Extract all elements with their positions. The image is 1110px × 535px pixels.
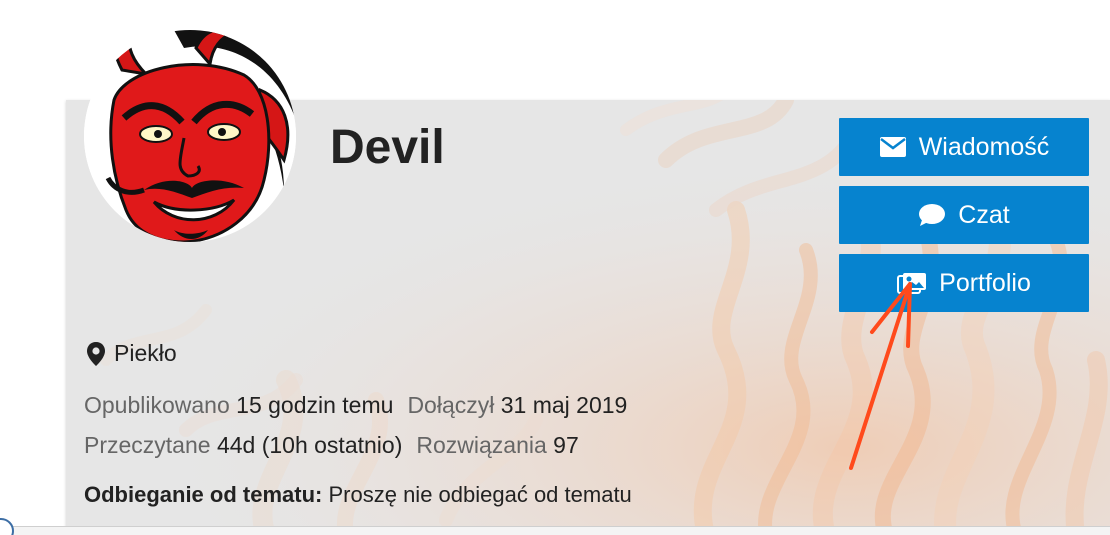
read-label: Przeczytane <box>84 432 211 458</box>
message-button[interactable]: Wiadomość <box>839 118 1089 176</box>
published-value: 15 godzin temu <box>236 392 394 418</box>
devil-avatar-image <box>84 30 296 242</box>
location-text: Piekło <box>114 340 177 366</box>
published-label: Opublikowano <box>84 392 230 418</box>
profile-page: Devil Wiadomość Czat Portfolio Piekło Op… <box>0 0 1110 535</box>
portfolio-image-icon <box>897 273 927 294</box>
chat-button[interactable]: Czat <box>839 186 1089 244</box>
offtopic-notice: Odbieganie od tematu: Proszę nie odbiega… <box>84 482 632 508</box>
read-value: 44d (10h ostatnio) <box>216 432 403 458</box>
portfolio-button-label: Portfolio <box>939 268 1031 297</box>
window-bottom-edge <box>0 526 1110 535</box>
avatar[interactable] <box>84 30 296 242</box>
portfolio-button[interactable]: Portfolio <box>839 254 1089 312</box>
envelope-icon <box>879 137 906 157</box>
stats-line-activity: Opublikowano 15 godzin temu Dołączył 31 m… <box>84 392 627 419</box>
message-button-label: Wiadomość <box>918 132 1050 161</box>
chat-button-label: Czat <box>958 200 1010 229</box>
offtopic-label: Odbieganie od tematu: <box>84 482 323 507</box>
stats-line-reading: Przeczytane 44d (10h ostatnio) Rozwiązani… <box>84 432 579 459</box>
profile-location: Piekło <box>86 340 177 367</box>
corner-circle-icon <box>0 518 14 535</box>
joined-value: 31 maj 2019 <box>500 392 628 418</box>
joined-label: Dołączył <box>407 392 495 418</box>
solutions-value: 97 <box>553 432 579 458</box>
map-pin-icon <box>87 341 105 366</box>
offtopic-value: Proszę nie odbiegać od tematu <box>328 482 632 507</box>
profile-username: Devil <box>330 121 445 174</box>
solutions-label: Rozwiązania <box>416 432 547 458</box>
chat-bubble-icon <box>919 204 946 226</box>
